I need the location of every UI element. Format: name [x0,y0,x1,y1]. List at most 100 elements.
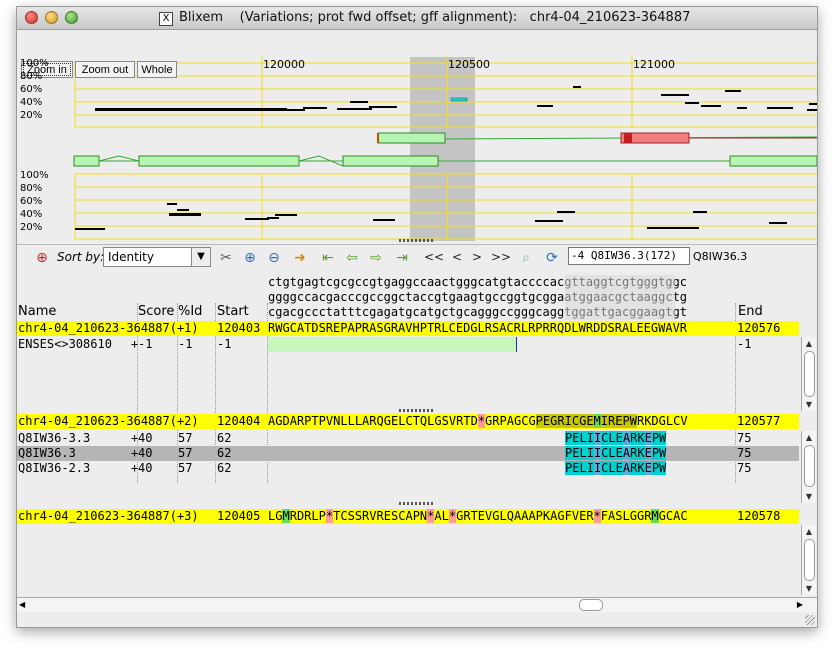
ref-name: chr4-04_210623-364887(+1) [18,321,199,335]
table-row[interactable]: ENSES<>308610 + -1 -1 -1 -1 [17,337,799,352]
overview-panel: Zoom in Zoom out Whole 120000 120500 121… [17,31,817,241]
first-match-button[interactable]: << [424,250,444,264]
match-alignment: PELIICLEARKEPW [565,446,667,460]
match-start: 62 [217,446,232,460]
back-icon[interactable]: ⇦ [343,249,361,267]
match-score: 40 [138,431,153,445]
table-row[interactable]: Q8IW36-2.3 + 40 57 62 PELIICLEARKEPW 75 [17,461,799,476]
col-header-start[interactable]: Start [217,304,249,319]
blixem-window: X Blixem (Variations; prot fwd offset; g… [16,6,818,628]
sort-by-label: Sort by: [57,250,105,264]
coord-label: 121000 [633,58,675,71]
ref-end: 120577 [737,414,781,428]
col-header-end[interactable]: End [738,304,763,319]
match-name: Q8IW36-2.3 [18,461,91,475]
minimize-window-button[interactable] [45,11,58,24]
last-match-button[interactable]: >> [491,250,511,264]
ref-sequence-row-frame3[interactable]: chr4-04_210623-364887(+3) 120405 LGMRDRL… [17,509,799,524]
ref-sequence-row-frame2[interactable]: chr4-04_210623-364887(+2) 120404 AGDARPT… [17,414,799,429]
sort-by-value: Identity [108,250,154,264]
match-name: Q8IW36-3.3 [18,431,91,445]
whole-button[interactable]: Whole [137,61,177,78]
zoom-out-icon[interactable]: ⊖ [265,249,283,267]
scroll-up-icon[interactable]: ▲ [802,525,816,538]
chevron-down-icon: ▼ [191,248,210,266]
scroll-right-icon[interactable]: ▶ [797,598,803,611]
scroll-down-icon[interactable]: ▼ [802,398,816,411]
scroll-down-icon[interactable]: ▼ [802,490,816,503]
pct-label: 40% [20,97,43,108]
horizontal-scrollbar[interactable]: ◀ ▶ [17,597,817,612]
pct-label: 80% [20,183,43,194]
ref-sequence-row-frame1[interactable]: chr4-04_210623-364887(+1) 120403 RWGCATD… [17,321,799,336]
match-end: 75 [737,431,752,445]
ref-end: 120578 [737,509,781,523]
close-window-button[interactable] [25,11,38,24]
x11-icon: X [159,12,173,26]
coord-label: 120500 [448,58,490,71]
zoom-window-button[interactable] [65,11,78,24]
scroll-up-icon[interactable]: ▲ [802,337,816,350]
table-row[interactable]: Q8IW36-3.3 + 40 57 62 PELIICLEARKEPW 75 [17,431,799,446]
pct-label: 80% [20,71,43,82]
feature-end-marker [516,337,517,352]
prev-button[interactable]: < [452,250,462,264]
ref-name: chr4-04_210623-364887(+2) [18,414,199,428]
ref-sequence: LGMRDRLP*TCSSRVRESCAPN*AL*GRTEVGLQAAAPKA… [268,509,688,523]
match-pid: -1 [178,337,193,351]
match-pid: 57 [178,461,193,475]
match-score: 40 [138,461,153,475]
col-header-pid[interactable]: %Id [178,304,202,319]
scroll-down-icon[interactable]: ▼ [802,582,816,595]
match-name: Q8IW36.3 [18,446,76,460]
zoom-out-button[interactable]: Zoom out [75,61,135,78]
scroll-thumb[interactable] [579,599,603,611]
search-icon[interactable]: ⌕ [517,249,535,267]
match-start: -1 [217,337,232,351]
pct-label: 20% [20,110,43,121]
dna-highlight [565,275,675,320]
scroll-thumb[interactable] [804,445,815,487]
frame2-scrollbar[interactable]: ▲ ▼ [801,431,816,503]
current-match-label: Q8IW36.3 [693,250,748,263]
lifebuoy-icon[interactable]: ⊕ [33,249,51,267]
goto-icon[interactable]: ➜ [291,249,309,267]
pct-label: 40% [20,209,43,220]
frame3-scrollbar[interactable]: ▲ ▼ [801,525,816,595]
pane-resize-handle[interactable] [399,239,435,242]
col-header-score[interactable]: Score [138,304,174,319]
sort-by-select[interactable]: Identity ▼ [103,247,211,267]
ref-sequence: AGDARPTPVNLLLARQGELCTQLGSVRTD*GRPAGCGPEG… [268,414,688,428]
search-input[interactable]: -4 Q8IW36.3(172) [568,247,690,265]
refresh-icon[interactable]: ⟳ [543,249,561,267]
forward-icon[interactable]: ⇨ [367,249,385,267]
pct-label: 100% [20,58,49,69]
prev-match-icon[interactable]: ⇤ [319,249,337,267]
col-header-name[interactable]: Name [18,304,56,319]
match-score: -1 [138,337,153,351]
table-row-selected[interactable]: Q8IW36.3 + 40 57 62 PELIICLEARKEPW 75 [17,446,799,461]
settings-icon[interactable]: ✂ [217,249,235,267]
ref-name: chr4-04_210623-364887(+3) [18,509,199,523]
scroll-thumb[interactable] [804,539,815,581]
zoom-in-icon[interactable]: ⊕ [241,249,259,267]
match-end: 75 [737,461,752,475]
match-alignment: PELIICLEARKEPW [565,461,667,475]
scroll-up-icon[interactable]: ▲ [802,431,816,444]
match-alignment: PELIICLEARKEPW [565,431,667,445]
ref-start: 120403 [217,321,261,335]
frame1-scrollbar[interactable]: ▲ ▼ [801,337,816,411]
resize-grip-icon[interactable] [805,615,815,625]
next-match-icon[interactable]: ⇥ [393,249,411,267]
gff-feature-bar [268,337,516,352]
title-bar[interactable]: X Blixem (Variations; prot fwd offset; g… [17,7,817,30]
next-button[interactable]: > [472,250,482,264]
pct-label: 60% [20,84,43,95]
pane-resize-handle[interactable] [399,409,435,412]
scroll-thumb[interactable] [804,351,815,397]
ref-sequence: RWGCATDSREPAPRASGRAVHPTRLCEDGLRSACRLRPRR… [268,321,688,335]
scroll-left-icon[interactable]: ◀ [19,598,25,611]
match-score: 40 [138,446,153,460]
pane-resize-handle[interactable] [399,502,435,505]
window-title: Blixem (Variations; prot fwd offset; gff… [179,10,691,25]
